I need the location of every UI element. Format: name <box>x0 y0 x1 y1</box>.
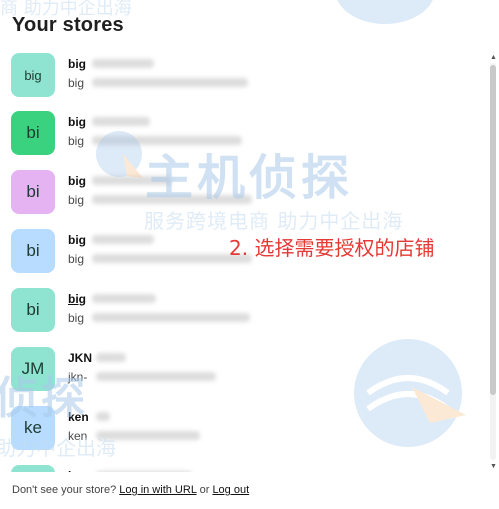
footer: Don't see your store? Log in with URL or… <box>12 484 249 496</box>
scroll-up-arrow-icon[interactable]: ▲ <box>490 54 497 61</box>
scrollbar[interactable]: ▲ ▼ <box>490 54 497 470</box>
watermark-globe-icon <box>337 0 433 24</box>
store-domain: jkn- <box>68 370 88 384</box>
store-item[interactable]: bi big big <box>0 164 490 222</box>
store-avatar: JM <box>11 347 55 391</box>
store-name: big <box>68 115 86 129</box>
redacted-name <box>96 471 192 472</box>
redacted-domain <box>92 78 248 87</box>
store-name: lwg <box>68 469 88 472</box>
store-domain: big <box>68 311 85 325</box>
store-domain: big <box>68 134 85 148</box>
redacted-domain <box>96 431 200 440</box>
store-avatar <box>11 465 55 472</box>
store-avatar: big <box>11 53 55 97</box>
redacted-name <box>92 235 154 244</box>
login-with-url-link[interactable]: Log in with URL <box>119 484 196 496</box>
redacted-domain <box>92 136 242 145</box>
store-avatar: bi <box>11 229 55 273</box>
redacted-name <box>96 353 126 362</box>
store-item[interactable]: bi big big <box>0 282 490 340</box>
scroll-thumb[interactable] <box>490 65 496 395</box>
store-avatar: bi <box>11 170 55 214</box>
scroll-down-arrow-icon[interactable]: ▼ <box>490 463 497 470</box>
redacted-name <box>92 117 150 126</box>
store-name: JKN <box>68 351 93 365</box>
redacted-name <box>92 59 154 68</box>
redacted-name <box>92 176 172 185</box>
redacted-domain <box>92 313 250 322</box>
store-item[interactable]: JM JKN jkn- <box>0 341 490 399</box>
redacted-name <box>92 294 156 303</box>
logout-link[interactable]: Log out <box>212 484 249 496</box>
redacted-domain <box>92 195 252 204</box>
store-name: big <box>68 174 86 188</box>
store-name: big <box>68 57 86 71</box>
footer-prompt: Don't see your store? <box>12 484 117 496</box>
store-name: big <box>68 233 86 247</box>
store-item[interactable]: bi big big <box>0 105 490 163</box>
store-domain: big <box>68 252 85 266</box>
instruction-annotation: 2. 选择需要授权的店铺 <box>229 236 435 260</box>
redacted-domain <box>92 254 252 263</box>
store-domain: big <box>68 76 85 90</box>
redacted-name <box>96 412 110 421</box>
store-avatar: ke <box>11 406 55 450</box>
store-name: ken <box>68 410 89 424</box>
store-item[interactable]: big big big <box>0 47 490 105</box>
store-avatar: bi <box>11 288 55 332</box>
page-title: Your stores <box>12 14 124 36</box>
store-item[interactable]: lwg <box>0 459 490 472</box>
store-item[interactable]: ke ken ken <box>0 400 490 458</box>
footer-or: or <box>199 484 210 496</box>
redacted-domain <box>96 372 216 381</box>
store-name: big <box>68 292 86 306</box>
store-avatar: bi <box>11 111 55 155</box>
store-domain: big <box>68 193 85 207</box>
store-domain: ken <box>68 429 88 443</box>
